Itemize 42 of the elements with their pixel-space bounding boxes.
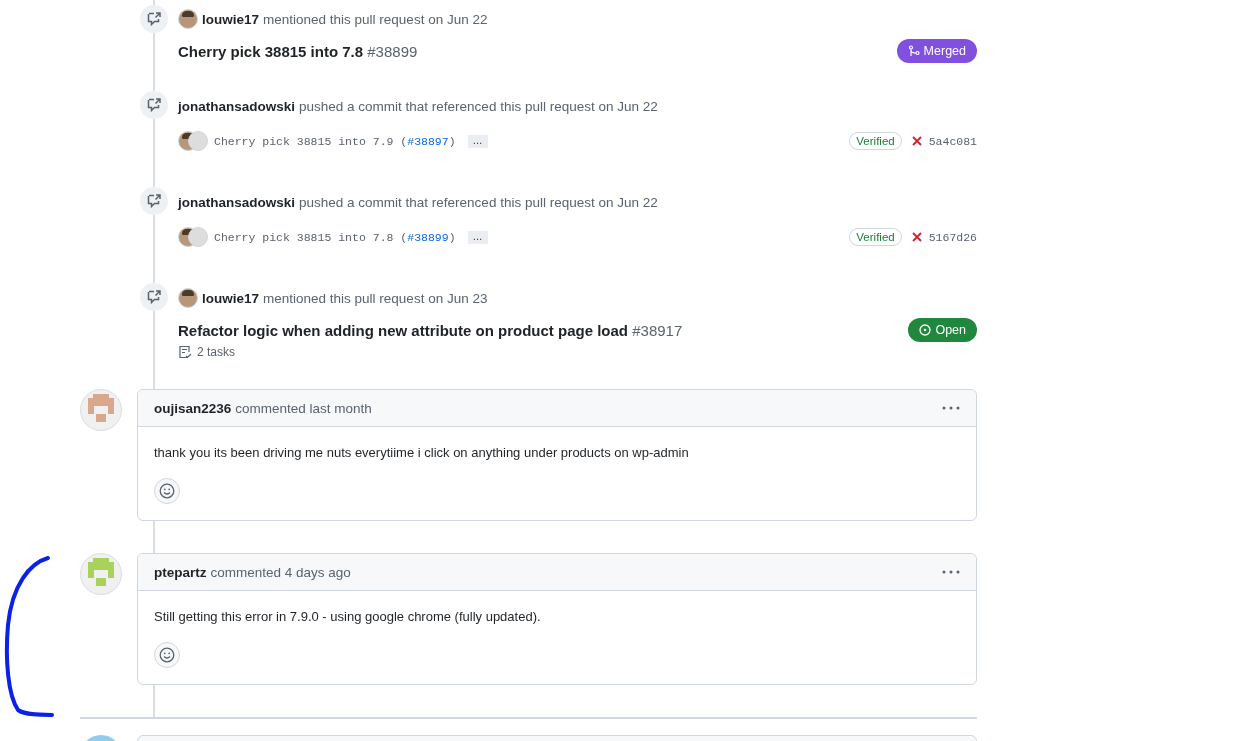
user-avatar[interactable] [178,288,198,308]
expand-button[interactable]: … [467,230,488,244]
failed-check-icon[interactable] [911,136,922,146]
commit-message[interactable]: Cherry pick 38815 into 7.8 (#38899) [214,230,456,244]
user-link[interactable]: louwie17 [202,290,260,306]
comment-timestamp: commented last month [235,400,372,416]
status-badge: Merged [896,39,977,63]
pull-request-link[interactable]: Cherry pick 38815 into 7.8 #38899 [178,42,418,60]
event-description: mentioned this pull request on Jun 22 [263,11,488,27]
user-link[interactable]: oujisan2236 [154,400,232,416]
event-description: pushed a commit that referenced this pull request on Jun 22 [299,98,658,114]
user-link[interactable]: jonathansadowski [178,98,296,114]
user-link[interactable]: louwie17 [202,11,260,27]
commit-sha-link[interactable]: 5a4c081 [928,134,977,148]
status-badge: Open [908,318,977,342]
more-options-icon[interactable] [942,570,960,574]
cross-reference-icon [140,283,168,311]
pull-request-link[interactable]: Refactor logic when adding new attribute on product page load #38917 [178,321,683,339]
task-count: 2 tasks [197,345,235,359]
expand-button[interactable]: … [467,134,488,148]
user-link[interactable]: jonathansadowski [178,194,296,210]
failed-check-icon[interactable] [911,232,922,242]
event-description: pushed a commit that referenced this pull request on Jun 22 [299,194,658,210]
checklist-icon [178,345,192,359]
user-link[interactable]: ptepartz [154,564,207,580]
user-avatar[interactable] [178,9,198,29]
cross-reference-icon [140,5,168,33]
event-description: mentioned this pull request on Jun 23 [263,290,488,306]
comment-text: Still getting this error in 7.9.0 - using google chrome (fully updated). [154,609,542,624]
comment-text: thank you its been driving me nuts everytiime i click on anything under products on wp-admin [154,445,690,460]
add-reaction-button[interactable] [154,478,180,504]
commit-message[interactable]: Cherry pick 38815 into 7.9 (#38897) [214,134,456,148]
commit-sha-link[interactable]: 5167d26 [928,230,977,244]
pull-request-link[interactable]: #38897 [407,134,449,148]
commit-authors-avatars [178,131,208,151]
comment-timestamp: commented 4 days ago [210,564,351,580]
cross-reference-icon [140,187,168,215]
commit-authors-avatars [178,227,208,247]
cross-reference-icon [140,91,168,119]
more-options-icon[interactable] [942,406,960,410]
pull-request-link[interactable]: #38899 [407,230,449,244]
add-reaction-button[interactable] [154,642,180,668]
